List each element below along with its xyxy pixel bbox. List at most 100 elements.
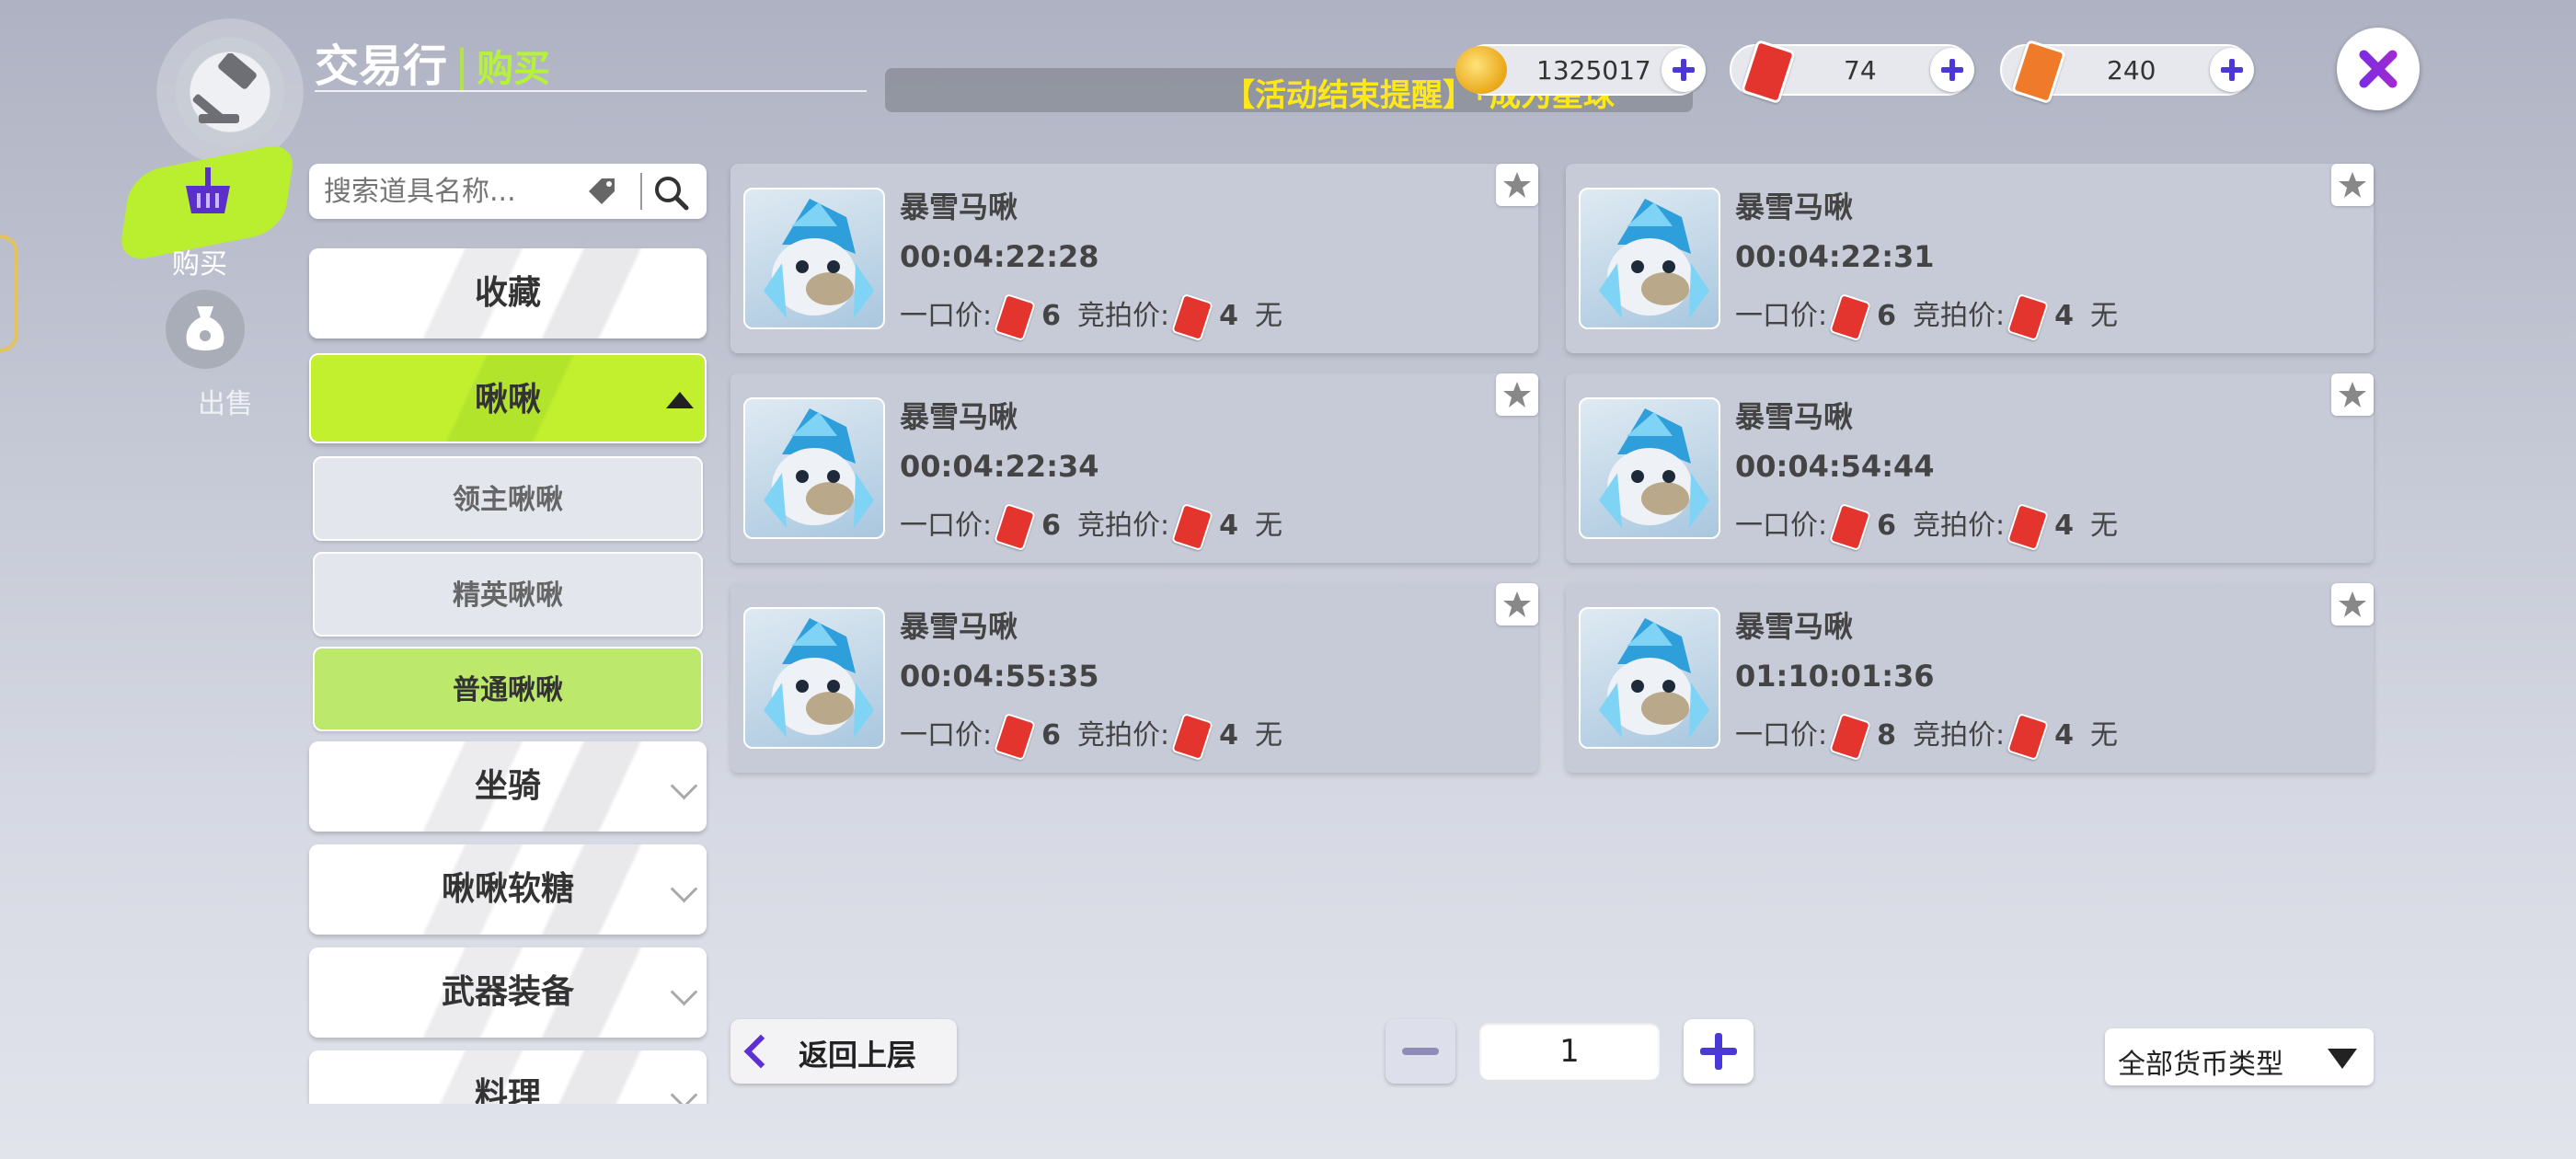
favorite-button[interactable] (2331, 373, 2374, 416)
listing-name: 暴雪马啾 (1735, 399, 1854, 434)
search-divider (640, 173, 642, 210)
category-cooking[interactable]: 料理 (309, 1050, 707, 1104)
back-button[interactable]: 返回上层 (730, 1019, 957, 1084)
currency-gold: 1325017 (1455, 44, 1706, 96)
mode-buy-label: 购买 (172, 248, 227, 281)
page-input[interactable]: 1 (1479, 1023, 1660, 1080)
subcategory-lord-pets[interactable]: 领主啾啾 (313, 456, 703, 541)
listing-prices: 一口价: 6 竞拍价: 4 无 (900, 502, 1282, 551)
title-subtitle: 购买 (477, 48, 551, 90)
listing-name: 暴雪马啾 (900, 399, 1018, 434)
page-increment-button[interactable] (1684, 1019, 1754, 1084)
blizzard-horse-pet-icon (1599, 408, 1709, 528)
bid-label: 竞拍价: (1912, 719, 2006, 752)
buyout-label: 一口价: (900, 719, 993, 752)
add-orange-card-button[interactable] (2210, 48, 2254, 92)
search-box (309, 164, 707, 219)
bid-label: 竞拍价: (1912, 510, 2006, 542)
pet-thumbnail (743, 188, 885, 329)
pet-thumbnail (743, 397, 885, 539)
red-card-icon (1829, 712, 1872, 761)
blizzard-horse-pet-icon (1599, 618, 1709, 738)
listing-card[interactable]: 暴雪马啾 00:04:22:31 一口价: 6 竞拍价: 4 无 (1566, 164, 2374, 353)
mode-buy-tab[interactable]: 购买 (118, 141, 296, 285)
listing-prices: 一口价: 8 竞拍价: 4 无 (1735, 712, 2118, 761)
bid-status: 无 (2089, 510, 2118, 542)
category-favorites[interactable]: 收藏 (309, 248, 707, 339)
page-title: 交易行 | 购买 (315, 29, 550, 94)
chevron-down-icon (670, 1081, 698, 1104)
basket-icon (186, 167, 230, 213)
red-card-icon (994, 502, 1037, 551)
listing-prices: 一口价: 6 竞拍价: 4 无 (1735, 293, 2118, 341)
pet-thumbnail (743, 607, 885, 749)
buyout-label: 一口价: (1735, 719, 1828, 752)
buyout-price: 6 (1041, 510, 1061, 542)
mode-sell-label: 出售 (198, 388, 253, 420)
category-candy[interactable]: 啾啾软糖 (309, 844, 707, 935)
search-input[interactable] (322, 175, 602, 209)
buyout-price: 6 (1877, 510, 1896, 542)
bid-price: 4 (1219, 510, 1238, 542)
subcategory-normal-pets[interactable]: 普通啾啾 (313, 647, 703, 731)
star-icon (2339, 172, 2366, 198)
bid-price: 4 (1219, 300, 1238, 332)
listing-name: 暴雪马啾 (1735, 609, 1854, 644)
blizzard-horse-pet-icon (764, 618, 874, 738)
chevron-down-icon (670, 875, 698, 903)
subcategory-elite-pets[interactable]: 精英啾啾 (313, 552, 703, 637)
buyout-price: 6 (1041, 300, 1061, 332)
category-list: 收藏 啾啾 领主啾啾 精英啾啾 普通啾啾 坐骑 啾啾软糖 武器装备 料理 (304, 239, 718, 1104)
bid-label: 竞拍价: (1912, 300, 2006, 332)
side-edge-tab[interactable] (0, 235, 18, 352)
category-weapons[interactable]: 武器装备 (309, 947, 707, 1038)
favorite-button[interactable] (1496, 164, 1538, 206)
bid-status: 无 (2089, 719, 2118, 752)
back-label: 返回上层 (799, 1038, 917, 1073)
dropdown-arrow-icon (2328, 1049, 2357, 1069)
favorite-button[interactable] (1496, 583, 1538, 625)
red-card-icon (1740, 39, 1797, 105)
listing-timer: 00:04:22:34 (900, 449, 1099, 484)
listing-prices: 一口价: 6 竞拍价: 4 无 (900, 293, 1282, 341)
star-icon (1503, 382, 1531, 407)
mode-sell-tab[interactable] (166, 290, 245, 369)
tag-filter-icon[interactable] (587, 177, 618, 204)
buyout-label: 一口价: (1735, 300, 1828, 332)
currency-orange-card: 240 (2000, 39, 2254, 105)
collapse-arrow-icon (666, 392, 694, 408)
bid-status: 无 (1254, 719, 1282, 752)
bid-status: 无 (2089, 300, 2118, 332)
listing-card[interactable]: 暴雪马啾 01:10:01:36 一口价: 8 竞拍价: 4 无 (1566, 583, 2374, 773)
search-icon[interactable] (651, 173, 692, 213)
buyout-price: 6 (1041, 719, 1061, 752)
bid-price: 4 (1219, 719, 1238, 752)
gavel-icon (192, 53, 257, 123)
listing-card[interactable]: 暴雪马啾 00:04:54:44 一口价: 6 竞拍价: 4 无 (1566, 373, 2374, 563)
page-decrement-button[interactable] (1386, 1019, 1455, 1084)
bid-price: 4 (2054, 300, 2074, 332)
favorite-button[interactable] (1496, 373, 1538, 416)
star-icon (2339, 382, 2366, 407)
currency-filter-dropdown[interactable]: 全部货币类型 (2105, 1028, 2374, 1085)
orange-card-icon (2010, 39, 2067, 105)
category-pets-label: 啾啾 (474, 381, 541, 419)
category-pets[interactable]: 啾啾 (309, 353, 707, 443)
listing-card[interactable]: 暴雪马啾 00:04:22:28 一口价: 6 竞拍价: 4 无 (730, 164, 1538, 353)
blizzard-horse-pet-icon (1599, 199, 1709, 318)
close-button[interactable] (2337, 28, 2420, 110)
bid-label: 竞拍价: (1076, 510, 1170, 542)
bid-price: 4 (2054, 719, 2074, 752)
favorite-button[interactable] (2331, 583, 2374, 625)
title-text: 交易行 (315, 40, 448, 92)
currency-red-card-value: 74 (1844, 55, 1877, 86)
listing-card[interactable]: 暴雪马啾 00:04:55:35 一口价: 6 竞拍价: 4 无 (730, 583, 1538, 773)
add-red-card-button[interactable] (1930, 48, 1974, 92)
listing-prices: 一口价: 6 竞拍价: 4 无 (900, 712, 1282, 761)
category-mounts[interactable]: 坐骑 (309, 741, 707, 832)
favorite-button[interactable] (2331, 164, 2374, 206)
buyout-price: 6 (1877, 300, 1896, 332)
add-gold-button[interactable] (1662, 48, 1706, 92)
chevron-down-icon (670, 772, 698, 800)
listing-card[interactable]: 暴雪马啾 00:04:22:34 一口价: 6 竞拍价: 4 无 (730, 373, 1538, 563)
